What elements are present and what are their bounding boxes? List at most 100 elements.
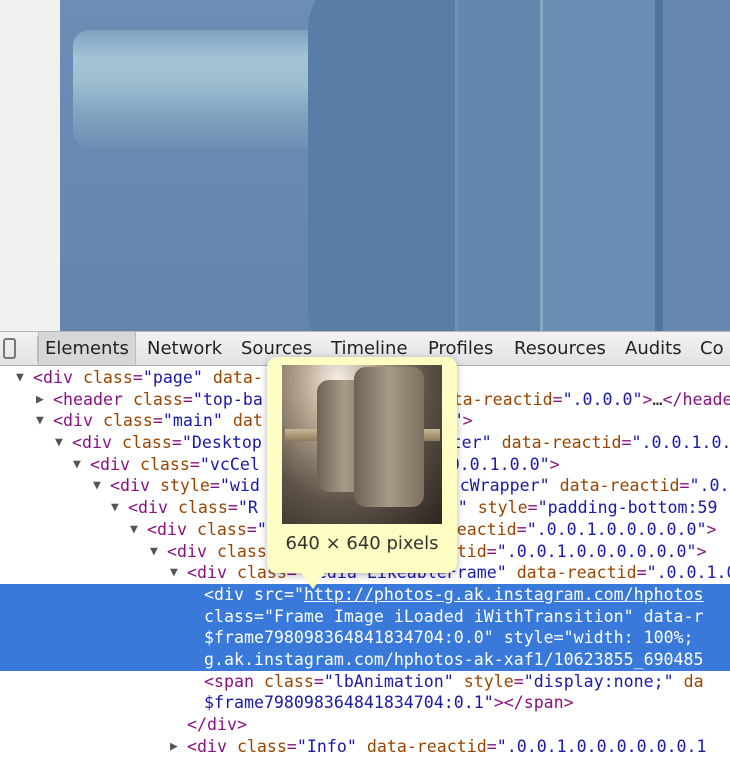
image-preview-tooltip: 640 × 640 pixels: [267, 357, 457, 589]
dom-node-line[interactable]: <div src="http://photos-g.ak.instagram.c…: [0, 583, 730, 606]
code-token: =: [283, 584, 294, 604]
tab-elements[interactable]: Elements: [38, 332, 136, 365]
triangle-down-icon[interactable]: ▼: [73, 454, 87, 476]
code-token: <div: [204, 584, 254, 604]
tab-console[interactable]: Co: [694, 332, 730, 365]
code-token: </header>: [662, 389, 730, 409]
code-token: "top-ba: [192, 389, 263, 409]
code-token: <div: [110, 476, 160, 496]
code-token: >: [696, 541, 707, 561]
code-token: data-reactid: [491, 433, 622, 453]
code-token: <div: [187, 563, 237, 583]
code-token: "padding-bottom:59: [537, 498, 718, 518]
dom-node-text: $frame798098364841834704:0.1"></span>: [204, 692, 574, 714]
tab-network[interactable]: Network: [141, 332, 228, 365]
triangle-right-icon[interactable]: ▶: [170, 736, 184, 758]
code-token: =: [286, 736, 297, 756]
code-token: ".0.0.1.0.0.0.0.0.0.0": [646, 563, 730, 583]
code-token: class: [236, 736, 287, 756]
dom-node-text: <div class="Info" data-reactid=".0.0.1.0…: [187, 736, 707, 758]
code-token: <div: [90, 454, 140, 474]
code-token: =: [621, 433, 632, 453]
code-token: cWrapper": [459, 476, 550, 496]
code-token: class: [121, 433, 172, 453]
code-token: class: [139, 454, 190, 474]
triangle-down-icon[interactable]: ▼: [16, 367, 30, 389]
code-token: da: [673, 671, 704, 691]
code-token: style: [493, 628, 554, 648]
dom-node-line[interactable]: <span class="lbAnimation" style="display…: [0, 671, 730, 693]
barbell-photo: [60, 0, 730, 331]
code-token: style: [467, 498, 528, 518]
code-token: =: [209, 476, 220, 496]
code-token: =: [132, 368, 143, 387]
triangle-down-icon[interactable]: ▼: [111, 497, 125, 519]
code-token: eactid: [456, 519, 517, 539]
code-token: <span: [204, 671, 264, 691]
code-token: >: [493, 693, 504, 713]
code-token: ".0.0.1.0.0": [631, 433, 730, 453]
tab-audits[interactable]: Audits: [619, 332, 688, 365]
code-token: <div: [72, 433, 122, 453]
code-token: =: [227, 498, 238, 518]
dom-node-text: <div class="page" data-: [33, 367, 263, 389]
mobile-device-icon[interactable]: [3, 338, 16, 359]
code-token: data-reactid: [506, 563, 637, 583]
dom-node-text: </div>: [187, 714, 247, 736]
code-token: data-: [202, 368, 263, 387]
code-token: =: [527, 498, 538, 518]
code-token: "main": [162, 411, 223, 431]
code-token: 0.0.1.0.0": [449, 454, 550, 474]
dom-node-line[interactable]: $frame798098364841834704:0.1"></span>: [0, 692, 730, 714]
code-token: =: [246, 519, 257, 539]
code-token: <header: [53, 389, 133, 409]
dom-node-text: g.ak.instagram.com/hphotos-ak-xaf1/10623…: [204, 649, 704, 671]
code-token: "Desktop: [181, 433, 262, 453]
code-token: =: [171, 433, 182, 453]
code-token: data-reactid: [549, 476, 680, 496]
code-token: <div: [128, 498, 178, 518]
triangle-down-icon[interactable]: ▼: [36, 410, 50, 432]
code-token: "lbAnimation": [323, 671, 454, 691]
code-token: class: [102, 411, 153, 431]
code-token: <div: [167, 541, 217, 561]
code-token: class: [82, 368, 133, 387]
dom-node-line[interactable]: class="Frame Image iLoaded iWithTransiti…: [0, 605, 730, 628]
dom-node-text: <div src="http://photos-g.ak.instagram.c…: [204, 584, 704, 606]
dom-node-text: <span class="lbAnimation" style="display…: [204, 671, 704, 693]
triangle-down-icon[interactable]: ▼: [93, 475, 107, 497]
code-token: =: [253, 606, 264, 626]
code-token: "R: [237, 498, 258, 518]
code-token: ".0.0.1.0.0.0.0.0": [526, 519, 707, 539]
triangle-right-icon[interactable]: ▶: [36, 389, 50, 411]
dom-node-line[interactable]: </div>: [0, 714, 730, 736]
dom-node-line[interactable]: $frame798098364841834704:0.0" style="wid…: [0, 627, 730, 649]
code-token: </span>: [503, 693, 574, 713]
code-token: tid: [456, 541, 487, 561]
code-token: <div: [33, 368, 83, 387]
image-dimensions: 640 × 640 pixels: [285, 533, 439, 554]
code-token: ".0.0.1.0.0.0": [689, 476, 730, 496]
resource-link[interactable]: http://photos-g.ak.instagram.com/hphotos: [304, 585, 704, 604]
code-token: style: [453, 671, 514, 691]
tab-resources[interactable]: Resources: [508, 332, 612, 365]
code-token: ta-reactid: [452, 389, 553, 409]
dom-node-line[interactable]: g.ak.instagram.com/hphotos-ak-xaf1/10623…: [0, 648, 730, 671]
code-token: data-r: [633, 606, 704, 626]
triangle-down-icon[interactable]: ▼: [55, 432, 69, 454]
dom-node-line[interactable]: ▶ <div class="Info" data-reactid=".0.0.1.…: [0, 736, 730, 758]
code-token: <div: [53, 411, 103, 431]
code-token: =: [189, 454, 200, 474]
code-token: <div: [147, 519, 197, 539]
code-token: </div>: [187, 715, 247, 734]
triangle-down-icon[interactable]: ▼: [170, 562, 184, 584]
triangle-down-icon[interactable]: ▼: [130, 519, 144, 541]
code-token: ".0.0.0": [562, 389, 643, 409]
code-token: g.ak.instagram.com/hphotos-ak-xaf1/10623…: [204, 649, 704, 669]
weight-plate: [540, 0, 660, 331]
triangle-down-icon[interactable]: ▼: [150, 541, 164, 563]
code-token: ".0.0.1.0.0.0.0.0.0": [496, 541, 697, 561]
code-token: "Info": [296, 736, 357, 756]
code-token: $frame798098364841834704:0.0": [204, 628, 494, 648]
code-token: =: [513, 671, 524, 691]
